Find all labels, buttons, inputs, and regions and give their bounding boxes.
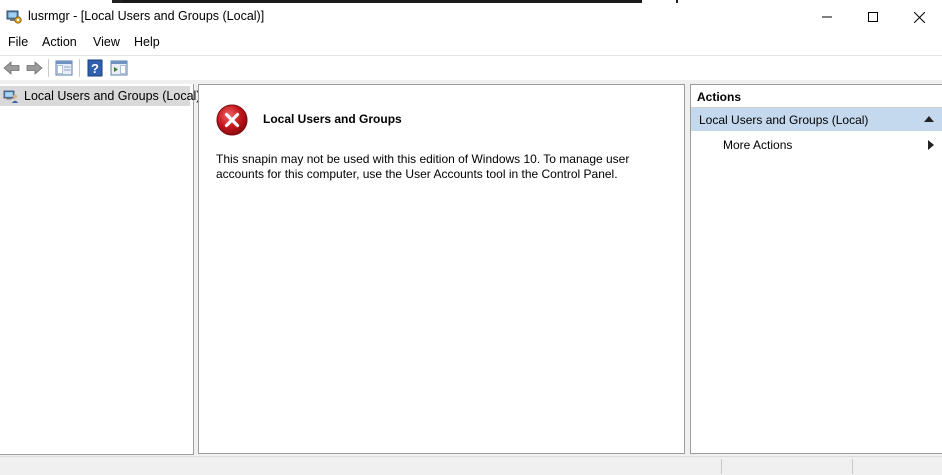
toolbar-separator (79, 59, 80, 77)
tree-item-label: Local Users and Groups (Local) (24, 89, 201, 103)
result-message: This snapin may not be used with this ed… (216, 152, 630, 181)
tree-item-local-users-and-groups[interactable]: Local Users and Groups (Local) (0, 86, 200, 106)
minimize-icon (822, 16, 832, 18)
menu-view[interactable]: View (93, 35, 120, 49)
show-hide-action-pane-icon (110, 60, 128, 76)
back-arrow-icon (3, 61, 20, 75)
minimize-button[interactable] (804, 3, 850, 31)
actions-section-header[interactable]: Local Users and Groups (Local) (691, 108, 942, 131)
svg-text:?: ? (91, 61, 99, 76)
status-bar (0, 456, 942, 475)
close-button[interactable] (896, 3, 942, 31)
more-actions-label: More Actions (723, 138, 793, 152)
result-pane: Local Users and Groups This snapin may n… (198, 84, 685, 454)
status-separator (852, 459, 853, 474)
menu-bar: File Action View Help (0, 31, 942, 53)
chevron-right-icon (928, 140, 934, 150)
help-button[interactable]: ? (86, 59, 104, 77)
maximize-icon (868, 12, 878, 22)
back-button[interactable] (3, 59, 21, 77)
actions-section-label: Local Users and Groups (Local) (699, 113, 869, 127)
show-hide-console-tree-button[interactable] (55, 59, 73, 77)
show-hide-action-pane-button[interactable] (110, 59, 128, 77)
more-actions-item[interactable]: More Actions (691, 133, 942, 155)
result-heading: Local Users and Groups (263, 112, 402, 126)
help-icon: ? (87, 59, 103, 77)
console-tree-pane: Local Users and Groups (Local) (0, 84, 200, 455)
menu-action[interactable]: Action (42, 35, 77, 49)
actions-header: Actions (691, 85, 942, 108)
title-bar[interactable]: lusrmgr - [Local Users and Groups (Local… (0, 3, 942, 31)
close-icon (913, 11, 925, 23)
users-groups-icon (3, 88, 19, 104)
menu-file[interactable]: File (8, 35, 28, 49)
toolbar: ? (0, 55, 942, 81)
window-title: lusrmgr - [Local Users and Groups (Local… (28, 9, 265, 23)
show-hide-console-tree-icon (55, 60, 73, 76)
maximize-button[interactable] (850, 3, 896, 31)
error-icon (216, 104, 248, 136)
menu-help[interactable]: Help (134, 35, 160, 49)
computer-management-icon[interactable] (6, 9, 22, 25)
collapse-up-icon[interactable] (924, 116, 934, 122)
actions-pane: Actions Local Users and Groups (Local) M… (690, 84, 942, 454)
toolbar-separator (48, 59, 49, 77)
actions-title: Actions (697, 90, 742, 104)
forward-button[interactable] (25, 59, 43, 77)
forward-arrow-icon (26, 61, 43, 75)
status-separator (721, 459, 722, 474)
